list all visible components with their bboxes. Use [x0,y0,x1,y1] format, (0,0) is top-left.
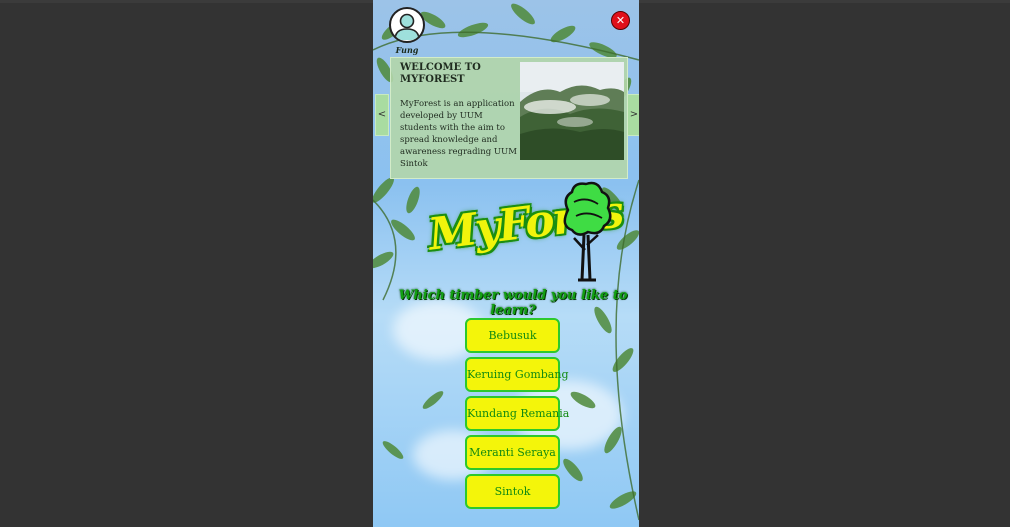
app-screen: Fung ✕ < > WELCOME TO MYFOREST MyForest … [373,0,639,527]
forest-photo [520,62,624,160]
carousel-prev-button[interactable]: < [375,94,389,136]
timber-question: Which timber would you like to learn? [398,288,628,318]
timber-button-meranti-seraya[interactable]: Meranti Seraya [465,435,560,470]
timber-button-sintok[interactable]: Sintok [465,474,560,509]
carousel-next-button[interactable]: > [627,94,639,136]
tree-icon [563,181,612,282]
close-icon: ✕ [615,14,626,27]
welcome-card: WELCOME TO MYFOREST MyForest is an appli… [390,57,628,179]
user-name: Fung [395,45,419,55]
timber-list: Bebusuk Keruing Gombang Kundang Remania … [465,318,569,513]
welcome-title: WELCOME TO MYFOREST [400,62,481,85]
timber-button-bebusuk[interactable]: Bebusuk [465,318,560,353]
close-button[interactable]: ✕ [611,11,630,30]
forest-image [520,62,624,160]
user-avatar-icon [394,13,420,41]
timber-button-keruing-gombang[interactable]: Keruing Gombang [465,357,568,392]
welcome-description: MyForest is an application developed by … [400,99,517,169]
timber-button-kundang-remania[interactable]: Kundang Remania [465,396,569,431]
user-profile-button[interactable] [389,7,425,43]
